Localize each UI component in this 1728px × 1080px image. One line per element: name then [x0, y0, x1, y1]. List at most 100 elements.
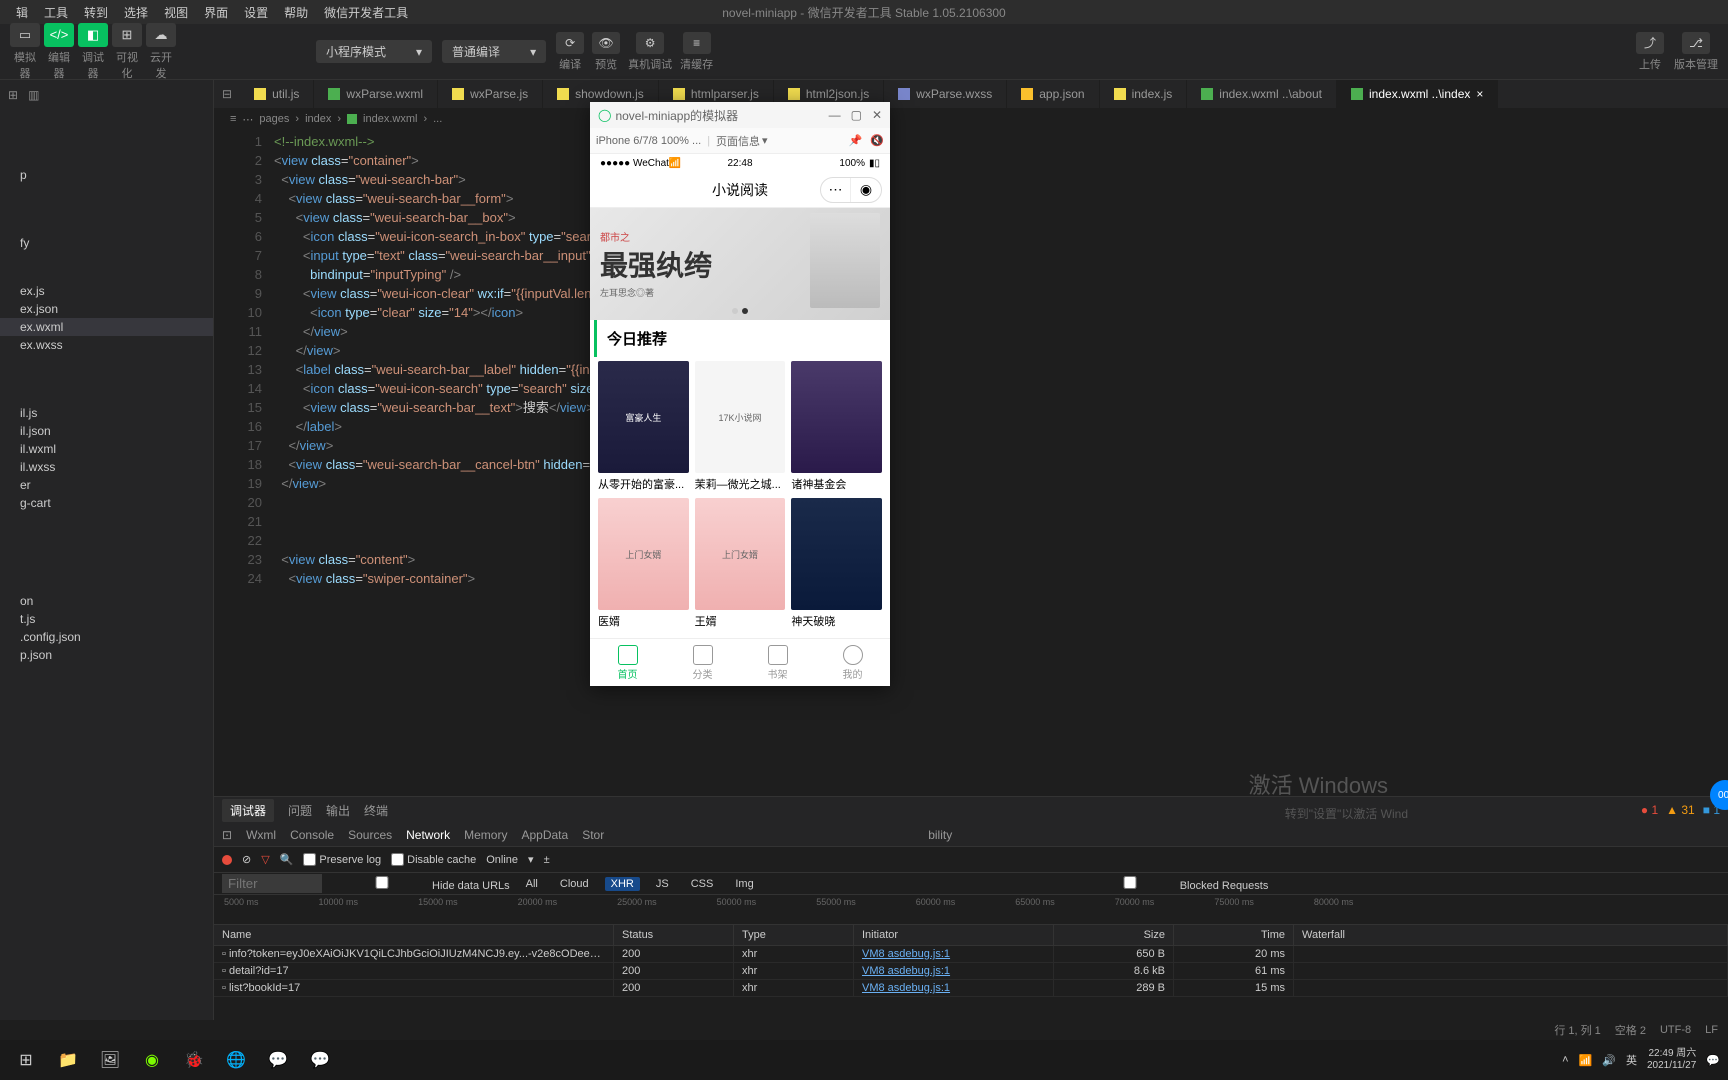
mute-icon[interactable]: 🔇: [870, 134, 884, 147]
pill-xhr[interactable]: XHR: [605, 877, 640, 891]
file-explorer[interactable]: ⊞ ▥ p fy ex.js ex.json ex.wxml ex.wxss i…: [0, 80, 214, 1056]
search-icon[interactable]: 🔍: [280, 853, 294, 866]
network-timeline[interactable]: 5000 ms10000 ms15000 ms20000 ms25000 ms5…: [214, 895, 1728, 925]
close-icon[interactable]: ✕: [872, 108, 882, 122]
compile-dropdown[interactable]: 普通编译▾: [442, 40, 546, 63]
pin-icon[interactable]: 📌: [849, 134, 863, 147]
book-item[interactable]: 上门女婿医婿: [598, 498, 689, 629]
file-item[interactable]: il.json: [0, 422, 213, 440]
devtools-tab-terminal[interactable]: 终端: [364, 802, 388, 819]
file-item[interactable]: fy: [0, 234, 213, 252]
breadcrumb[interactable]: ≡ ⋯ pages› index› index.wxml› ...: [214, 108, 1728, 130]
tab-index-index[interactable]: index.wxml ..\index×: [1337, 80, 1498, 108]
pill-css[interactable]: CSS: [685, 877, 720, 891]
preview-button[interactable]: 👁: [592, 32, 620, 54]
mode-dropdown[interactable]: 小程序模式▾: [316, 40, 432, 63]
file-item[interactable]: ex.wxss: [0, 336, 213, 354]
tray-notifications-icon[interactable]: 💬: [1706, 1054, 1720, 1067]
tab-shelf[interactable]: 书架: [740, 639, 815, 686]
devtools-tab-debugger[interactable]: 调试器: [222, 799, 274, 822]
tab-util[interactable]: util.js: [240, 80, 314, 108]
book-item[interactable]: 上门女婿王婿: [695, 498, 786, 629]
file-item[interactable]: ex.js: [0, 282, 213, 300]
devtools-tab-output[interactable]: 输出: [326, 802, 350, 819]
preserve-log-check[interactable]: Preserve log: [303, 853, 381, 866]
menu-select[interactable]: 选择: [116, 4, 156, 21]
task-app4[interactable]: 💬: [260, 1044, 296, 1076]
menu-interface[interactable]: 界面: [196, 4, 236, 21]
pill-js[interactable]: JS: [650, 877, 675, 891]
book-item[interactable]: 诸神基金会: [791, 361, 882, 492]
tab-nav-icon[interactable]: ⊟: [214, 87, 240, 101]
file-item[interactable]: on: [0, 592, 213, 610]
dt-wxml[interactable]: Wxml: [246, 828, 276, 842]
dt-console[interactable]: Console: [290, 828, 334, 842]
dt-appdata[interactable]: AppData: [521, 828, 568, 842]
inspect-icon[interactable]: ⊡: [222, 828, 232, 842]
editor-toggle[interactable]: </>: [44, 23, 74, 47]
task-app3[interactable]: 🐞: [176, 1044, 212, 1076]
menu-devtools[interactable]: 微信开发者工具: [316, 4, 416, 21]
file-item[interactable]: p: [0, 166, 213, 184]
cloud-toggle[interactable]: ☁: [146, 23, 176, 47]
maximize-icon[interactable]: ▢: [851, 108, 862, 122]
version-button[interactable]: ⎇: [1682, 32, 1710, 54]
menu-tools[interactable]: 工具: [36, 4, 76, 21]
explorer-icon[interactable]: ⊞: [8, 88, 18, 102]
breadcrumb-menu-icon[interactable]: ≡: [230, 113, 236, 125]
devtools-tab-problems[interactable]: 问题: [288, 802, 312, 819]
file-item[interactable]: il.js: [0, 404, 213, 422]
task-wechat[interactable]: 💬: [302, 1044, 338, 1076]
pill-img[interactable]: Img: [729, 877, 759, 891]
disable-cache-check[interactable]: Disable cache: [391, 853, 476, 866]
tab-indexjs[interactable]: index.js: [1100, 80, 1188, 108]
task-explorer[interactable]: 📁: [50, 1044, 86, 1076]
file-item[interactable]: g-cart: [0, 494, 213, 512]
menu-goto[interactable]: 转到: [76, 4, 116, 21]
tray-network-icon[interactable]: 📶: [1579, 1054, 1593, 1067]
tab-wxparse-wxml[interactable]: wxParse.wxml: [314, 80, 438, 108]
filter-icon[interactable]: ▽: [261, 853, 269, 866]
device-dropdown[interactable]: iPhone 6/7/8 100% ...: [596, 135, 701, 147]
code-editor[interactable]: 123456789101112131415161718192021222324 …: [214, 130, 1728, 796]
real-debug-button[interactable]: ⚙: [636, 32, 664, 54]
dt-network[interactable]: Network: [406, 828, 450, 842]
minimize-icon[interactable]: —: [829, 108, 841, 122]
tab-category[interactable]: 分类: [665, 639, 740, 686]
file-item[interactable]: ex.json: [0, 300, 213, 318]
tab-home[interactable]: 首页: [590, 639, 665, 686]
warn-badge[interactable]: ▲ 31: [1666, 803, 1695, 817]
record-button[interactable]: [222, 855, 232, 865]
menu-view[interactable]: 视图: [156, 4, 196, 21]
book-item[interactable]: 神天破晓: [791, 498, 882, 629]
tab-index-about[interactable]: index.wxml ..\about: [1187, 80, 1337, 108]
task-chrome[interactable]: 🌐: [218, 1044, 254, 1076]
tab-me[interactable]: 我的: [815, 639, 890, 686]
sidebar-icon[interactable]: ▥: [28, 88, 39, 102]
tab-appjson[interactable]: app.json: [1007, 80, 1099, 108]
debugger-toggle[interactable]: ◧: [78, 23, 108, 47]
book-item[interactable]: 富豪人生从零开始的富豪...: [598, 361, 689, 492]
tray-ime[interactable]: 英: [1626, 1052, 1637, 1068]
file-item[interactable]: p.json: [0, 646, 213, 664]
dt-storage[interactable]: Stor: [582, 828, 604, 842]
file-item[interactable]: t.js: [0, 610, 213, 628]
filter-input[interactable]: [222, 874, 322, 893]
capsule-menu-icon[interactable]: ⋯: [821, 178, 851, 202]
upload-button[interactable]: ⤴: [1636, 32, 1664, 54]
menu-settings[interactable]: 设置: [236, 4, 276, 21]
network-row[interactable]: ▫ info?token=eyJ0eXAiOiJKV1QiLCJhbGciOiJ…: [214, 946, 1728, 963]
hide-data-urls[interactable]: Hide data URLs: [332, 876, 510, 892]
sim-titlebar[interactable]: ◯ novel-miniapp的模拟器 — ▢ ✕: [590, 102, 890, 128]
start-button[interactable]: ⊞: [8, 1044, 44, 1076]
online-dropdown[interactable]: Online: [486, 854, 518, 866]
dt-memory[interactable]: Memory: [464, 828, 507, 842]
visual-toggle[interactable]: ⊞: [112, 23, 142, 47]
file-item[interactable]: il.wxss: [0, 458, 213, 476]
book-item[interactable]: 17K小说网茉莉—微光之城...: [695, 361, 786, 492]
tab-wxparse-js[interactable]: wxParse.js: [438, 80, 543, 108]
clear-icon[interactable]: ⊘: [242, 853, 251, 866]
page-info-dropdown[interactable]: 页面信息: [716, 133, 760, 149]
tab-wxparse-wxss[interactable]: wxParse.wxss: [884, 80, 1007, 108]
task-app2[interactable]: ◉: [134, 1044, 170, 1076]
